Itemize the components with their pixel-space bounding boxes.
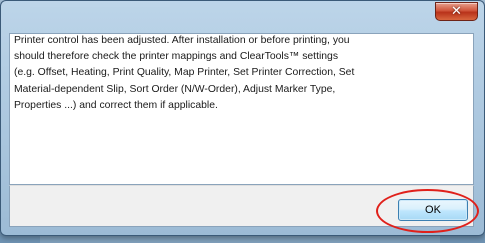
message-line: (e.g. Offset, Heating, Print Quality, Ma… bbox=[14, 67, 355, 79]
close-icon: ✕ bbox=[451, 4, 462, 19]
message-line: Properties ...) and correct them if appl… bbox=[14, 99, 218, 111]
message-line: Material-dependent Slip, Sort Order (N/W… bbox=[14, 83, 336, 95]
ok-button[interactable]: OK bbox=[398, 199, 468, 221]
message-line: should therefore check the printer mappi… bbox=[14, 51, 339, 63]
close-button[interactable]: ✕ bbox=[435, 2, 478, 21]
background-window-bottom bbox=[40, 236, 440, 243]
message-line: Printer control has been adjusted. After… bbox=[14, 35, 350, 46]
desktop-background: ✕ Printer control has been adjusted. Aft… bbox=[0, 0, 485, 243]
dialog-message: Printer control has been adjusted. After… bbox=[14, 33, 454, 114]
dialog-titlebar: ✕ bbox=[1, 1, 484, 33]
